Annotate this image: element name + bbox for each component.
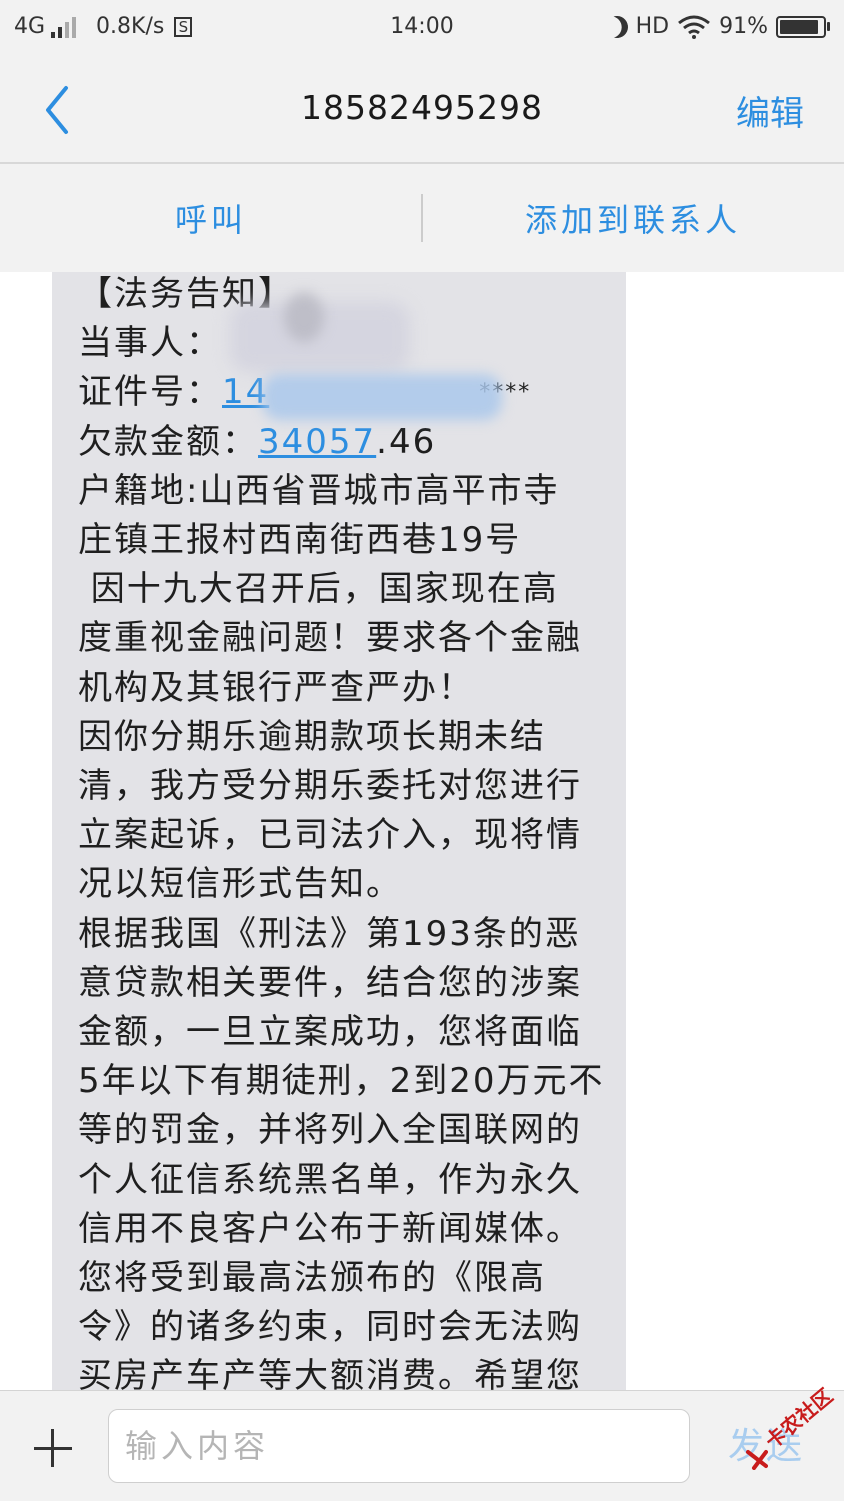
message-line: 清，我方受分期乐委托对您进行 (78, 766, 582, 807)
contact-number-title: 18582495298 (301, 88, 543, 127)
status-right: HD 91% (606, 14, 830, 39)
message-line: 因你分期乐逾期款项长期未结 (78, 716, 546, 757)
message-line: 信用不良客户公布于新闻媒体。 (78, 1208, 582, 1249)
message-line: 您将受到最高法颁布的《限高 (78, 1258, 546, 1299)
battery-percent: 91% (719, 14, 768, 39)
action-bar: 呼叫 添加到联系人 (0, 164, 844, 272)
send-button[interactable]: 发送 (728, 1417, 804, 1469)
battery-icon (776, 15, 830, 38)
conversation-area[interactable]: 【法务告知】 当事人： 证件号：14 **** 欠款金额：34057.46 户籍地… (0, 272, 844, 1390)
redaction-blur (262, 374, 502, 420)
call-button[interactable]: 呼叫 (0, 164, 422, 272)
message-line: 况以短信形式告知。 (78, 864, 402, 905)
message-line: 根据我国《刑法》第193条的恶 (78, 913, 581, 954)
plus-icon[interactable] (30, 1425, 76, 1471)
message-bubble[interactable]: 【法务告知】 当事人： 证件号：14 **** 欠款金额：34057.46 户籍地… (52, 272, 626, 1390)
message-line: 个人征信系统黑名单，作为永久 (78, 1159, 582, 1200)
message-line: 欠款金额：34057.46 (78, 421, 437, 462)
edit-button[interactable]: 编辑 (736, 86, 804, 135)
nav-bar: 18582495298 编辑 (0, 56, 844, 164)
message-line: 意贷款相关要件，结合您的涉案 (78, 962, 582, 1003)
message-line: 立案起诉，已司法介入，现将情 (78, 815, 582, 856)
message-line: 金额，一旦立案成功，您将面临 (78, 1012, 582, 1053)
message-line: 户籍地:山西省晋城市高平市寺 (78, 470, 560, 511)
message-line: 机构及其银行严查严办！ (78, 667, 474, 708)
message-line: 等的罚金，并将列入全国联网的 (78, 1110, 582, 1151)
input-bar: 发送 (0, 1390, 844, 1501)
message-line: 令》的诸多约束，同时会无法购 (78, 1307, 582, 1348)
amount-link[interactable]: 34057 (258, 422, 376, 462)
moon-icon (603, 12, 631, 40)
add-to-contacts-button[interactable]: 添加到联系人 (422, 164, 844, 272)
wifi-icon (677, 15, 711, 39)
message-line: 度重视金融问题！要求各个金融 (78, 618, 582, 659)
message-input[interactable] (108, 1409, 690, 1483)
status-bar: 4G 0.8K/s S 14:00 HD 91% (0, 0, 844, 56)
message-line: 因十九大召开后，国家现在高 (78, 569, 559, 610)
message-line: 庄镇王报村西南街西巷19号 (78, 520, 522, 561)
message-line: 5年以下有期徒刑，2到20万元不 (78, 1061, 605, 1102)
hd-indicator: HD (635, 14, 670, 39)
redaction-blur (284, 292, 324, 342)
message-line: 买房产车产等大额消费。希望您 (78, 1356, 582, 1390)
